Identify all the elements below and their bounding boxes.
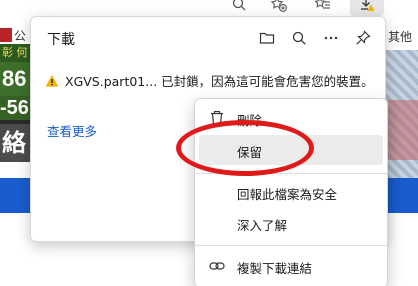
favorites-icon[interactable] (312, 0, 334, 15)
more-options-button[interactable] (319, 26, 343, 50)
page-tag-text: 公 (14, 29, 27, 43)
menu-item-report-safe-label: 回報此檔案為安全 (237, 187, 338, 202)
annotation-ring (176, 120, 314, 176)
menu-item-learn-more[interactable]: 深入了解 (199, 208, 383, 238)
pin-icon (356, 30, 371, 45)
favorites-add-icon[interactable] (268, 0, 290, 15)
downloads-title: 下載 (47, 32, 75, 48)
menu-divider (195, 245, 387, 246)
blocked-download-item[interactable]: XGVS.part01... 已封鎖，因為這可能會危害您的裝置。 (45, 71, 374, 90)
page-right-text[interactable]: 其他 (388, 28, 412, 45)
page-right-image-overlay (386, 100, 418, 160)
banner-char: 絡 (0, 124, 30, 162)
page-banner: 彰 何 86 -56 絡 (0, 44, 30, 162)
banner-small-text: 彰 何 (0, 44, 30, 62)
browser-toolbar (0, 0, 418, 16)
folder-icon (259, 32, 275, 44)
warning-icon (45, 74, 59, 88)
menu-item-copy-link[interactable]: 複製下載連結 (199, 251, 383, 281)
search-downloads-button[interactable] (287, 26, 311, 50)
banner-number-2: -56 (0, 96, 30, 120)
pin-button[interactable] (351, 26, 375, 50)
red-tag-block (0, 28, 12, 42)
page-tag: 公 (0, 28, 30, 43)
more-icon (324, 36, 338, 40)
search-icon (292, 31, 306, 45)
downloads-warning-icon (356, 0, 378, 15)
zoom-icon[interactable] (228, 0, 250, 15)
link-icon (209, 262, 225, 270)
see-more-link[interactable]: 查看更多 (47, 121, 97, 140)
banner-number-1: 86 (0, 62, 30, 96)
menu-item-copy-link-label: 複製下載連結 (237, 261, 313, 276)
blocked-download-text: XGVS.part01... 已封鎖，因為這可能會危害您的裝置。 (65, 74, 374, 89)
open-folder-button[interactable] (255, 26, 279, 50)
menu-item-report-safe[interactable]: 回報此檔案為安全 (199, 177, 383, 207)
downloads-button[interactable] (350, 0, 384, 16)
menu-item-learn-more-label: 深入了解 (237, 218, 288, 233)
